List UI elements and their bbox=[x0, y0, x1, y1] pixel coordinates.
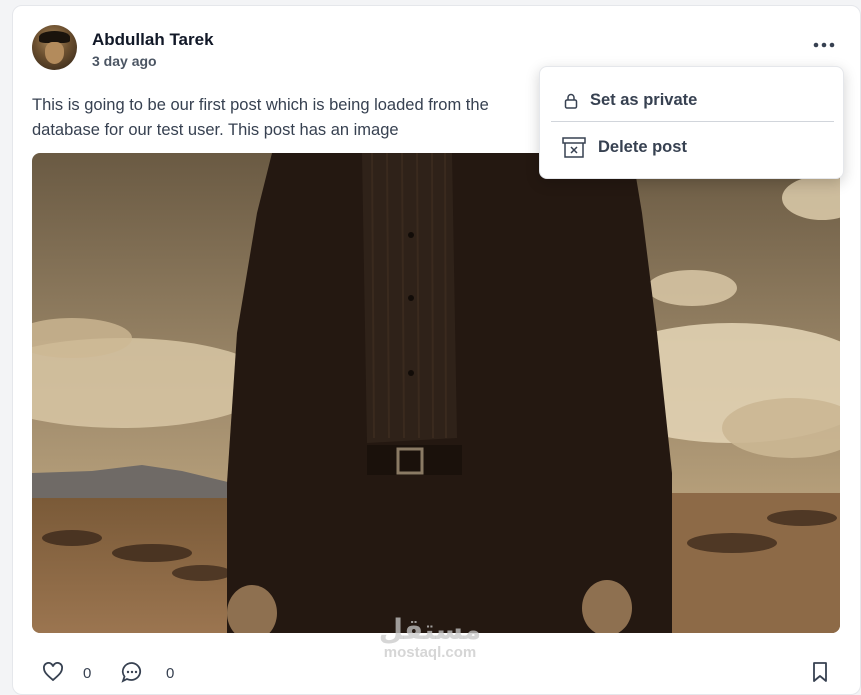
delete-post-menu-item[interactable]: Delete post bbox=[540, 125, 843, 171]
set-private-label: Set as private bbox=[590, 91, 698, 109]
author-name[interactable]: Abdullah Tarek bbox=[92, 30, 214, 50]
menu-divider bbox=[551, 121, 834, 122]
post-text: This is going to be our first post which… bbox=[32, 96, 489, 139]
comment-count: 0 bbox=[166, 665, 175, 682]
watermark-arabic: مستقل bbox=[378, 613, 482, 646]
watermark: مستقل mostaql.com bbox=[370, 615, 490, 661]
lock-icon bbox=[564, 93, 578, 109]
heart-icon bbox=[43, 662, 63, 682]
save-button[interactable] bbox=[812, 661, 828, 688]
more-options-button[interactable] bbox=[810, 35, 838, 55]
comment-button[interactable] bbox=[121, 661, 143, 688]
like-button[interactable] bbox=[42, 662, 64, 687]
set-private-menu-item[interactable]: Set as private bbox=[540, 78, 843, 124]
bookmark-icon bbox=[813, 662, 827, 682]
post-options-menu: Set as private Delete post bbox=[539, 66, 844, 179]
watermark-latin: mostaql.com bbox=[383, 644, 477, 661]
comment-icon bbox=[121, 662, 141, 683]
post-time: 3 day ago bbox=[92, 53, 157, 69]
more-dots-icon bbox=[813, 42, 835, 48]
like-count: 0 bbox=[83, 665, 92, 682]
delete-post-label: Delete post bbox=[598, 138, 687, 156]
avatar[interactable] bbox=[32, 25, 77, 70]
post-image[interactable] bbox=[32, 153, 840, 633]
trash-icon bbox=[562, 137, 586, 158]
